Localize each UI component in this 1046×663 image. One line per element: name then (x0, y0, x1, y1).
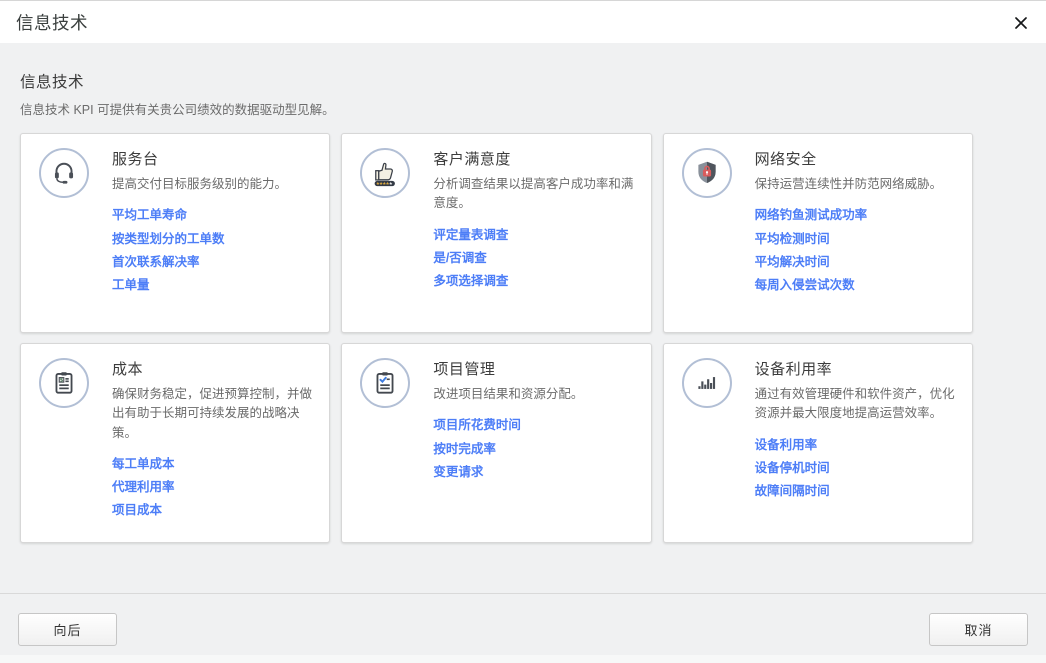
card-title: 客户满意度 (433, 148, 634, 169)
close-icon[interactable] (1010, 12, 1032, 34)
card-title: 成本 (112, 358, 313, 379)
card-description: 提高交付目标服务级别的能力。 (112, 175, 287, 194)
thumbs-up-rating-icon-glyph (370, 158, 400, 188)
thumbs-up-rating-icon (360, 148, 410, 198)
kpi-link[interactable]: 是/否调查 (433, 252, 634, 265)
cost-clipboard-icon-glyph: $ (50, 369, 78, 397)
dialog-body: 信息技术 信息技术 KPI 可提供有关贵公司绩效的数据驱动型见解。 服务台 提高… (0, 43, 1046, 663)
card-description: 分析调查结果以提高客户成功率和满意度。 (433, 175, 634, 214)
kpi-link[interactable]: 平均工单寿命 (112, 209, 287, 222)
bottom-strip (0, 655, 1046, 663)
headset-icon-glyph (50, 159, 78, 187)
it-kpi-dialog: 信息技术 信息技术 信息技术 KPI 可提供有关贵公司绩效的数据驱动型见解。 (0, 0, 1046, 663)
equipment-bar-chart-icon (682, 358, 732, 408)
cost-clipboard-icon: $ (39, 358, 89, 408)
card-title: 设备利用率 (755, 358, 956, 379)
kpi-cards-grid: 服务台 提高交付目标服务级别的能力。 平均工单寿命 按类型划分的工单数 首次联系… (20, 133, 973, 543)
card-description: 改进项目结果和资源分配。 (433, 385, 583, 404)
kpi-card-project-management: 项目管理 改进项目结果和资源分配。 项目所花费时间 按时完成率 变更请求 (341, 343, 651, 543)
kpi-card-customer-satisfaction: 客户满意度 分析调查结果以提高客户成功率和满意度。 评定量表调查 是/否调查 多… (341, 133, 651, 333)
kpi-link[interactable]: 每周入侵尝试次数 (755, 279, 943, 292)
card-links: 设备利用率 设备停机时间 故障间隔时间 (755, 439, 956, 498)
card-description: 通过有效管理硬件和软件资产，优化资源并最大限度地提高运营效率。 (755, 385, 956, 424)
kpi-link[interactable]: 网络钓鱼测试成功率 (755, 209, 943, 222)
cancel-button[interactable]: 取消 (929, 613, 1028, 646)
shield-lock-icon-glyph (693, 159, 721, 187)
kpi-link[interactable]: 每工单成本 (112, 458, 313, 471)
kpi-link[interactable]: 按类型划分的工单数 (112, 233, 287, 246)
card-title: 服务台 (112, 148, 287, 169)
card-links: 平均工单寿命 按类型划分的工单数 首次联系解决率 工单量 (112, 209, 287, 292)
dialog-header: 信息技术 (0, 1, 1046, 43)
kpi-card-equipment-utilization: 设备利用率 通过有效管理硬件和软件资产，优化资源并最大限度地提高运营效率。 设备… (663, 343, 973, 543)
kpi-link[interactable]: 项目成本 (112, 504, 313, 517)
kpi-link[interactable]: 设备停机时间 (755, 462, 956, 475)
kpi-link[interactable]: 多项选择调查 (433, 275, 634, 288)
card-title: 项目管理 (433, 358, 583, 379)
kpi-link[interactable]: 平均解决时间 (755, 256, 943, 269)
card-description: 确保财务稳定，促进预算控制，并做出有助于长期可持续发展的战略决策。 (112, 385, 313, 443)
kpi-card-service-desk: 服务台 提高交付目标服务级别的能力。 平均工单寿命 按类型划分的工单数 首次联系… (20, 133, 330, 333)
kpi-link[interactable]: 故障间隔时间 (755, 485, 956, 498)
section-title: 信息技术 (20, 43, 1026, 92)
kpi-card-network-security: 网络安全 保持运营连续性并防范网络威胁。 网络钓鱼测试成功率 平均检测时间 平均… (663, 133, 973, 333)
close-x-icon (1012, 14, 1030, 32)
back-button[interactable]: 向后 (18, 613, 117, 646)
dialog-footer: 向后 取消 (0, 593, 1046, 663)
kpi-link[interactable]: 设备利用率 (755, 439, 956, 452)
dialog-title: 信息技术 (16, 10, 88, 35)
kpi-link[interactable]: 工单量 (112, 279, 287, 292)
kpi-link[interactable]: 项目所花费时间 (433, 419, 583, 432)
kpi-link[interactable]: 平均检测时间 (755, 233, 943, 246)
card-title: 网络安全 (755, 148, 943, 169)
kpi-link[interactable]: 首次联系解决率 (112, 256, 287, 269)
svg-text:$: $ (60, 377, 64, 383)
kpi-link[interactable]: 变更请求 (433, 466, 583, 479)
kpi-link[interactable]: 评定量表调查 (433, 229, 634, 242)
headset-icon (39, 148, 89, 198)
equipment-bar-chart-icon-glyph (693, 369, 721, 397)
kpi-link[interactable]: 代理利用率 (112, 481, 313, 494)
card-description: 保持运营连续性并防范网络威胁。 (755, 175, 943, 194)
section-description: 信息技术 KPI 可提供有关贵公司绩效的数据驱动型见解。 (20, 99, 1026, 118)
kpi-card-cost: $ 成本 确保财务稳定，促进预算控制，并做出有助于长期可持续发展的战略决策。 每… (20, 343, 330, 543)
project-clipboard-icon (360, 358, 410, 408)
card-links: 评定量表调查 是/否调查 多项选择调查 (433, 229, 634, 288)
card-links: 网络钓鱼测试成功率 平均检测时间 平均解决时间 每周入侵尝试次数 (755, 209, 943, 292)
project-clipboard-icon-glyph (371, 369, 399, 397)
card-links: 每工单成本 代理利用率 项目成本 (112, 458, 313, 517)
shield-lock-icon (682, 148, 732, 198)
kpi-link[interactable]: 按时完成率 (433, 443, 583, 456)
card-links: 项目所花费时间 按时完成率 变更请求 (433, 419, 583, 478)
